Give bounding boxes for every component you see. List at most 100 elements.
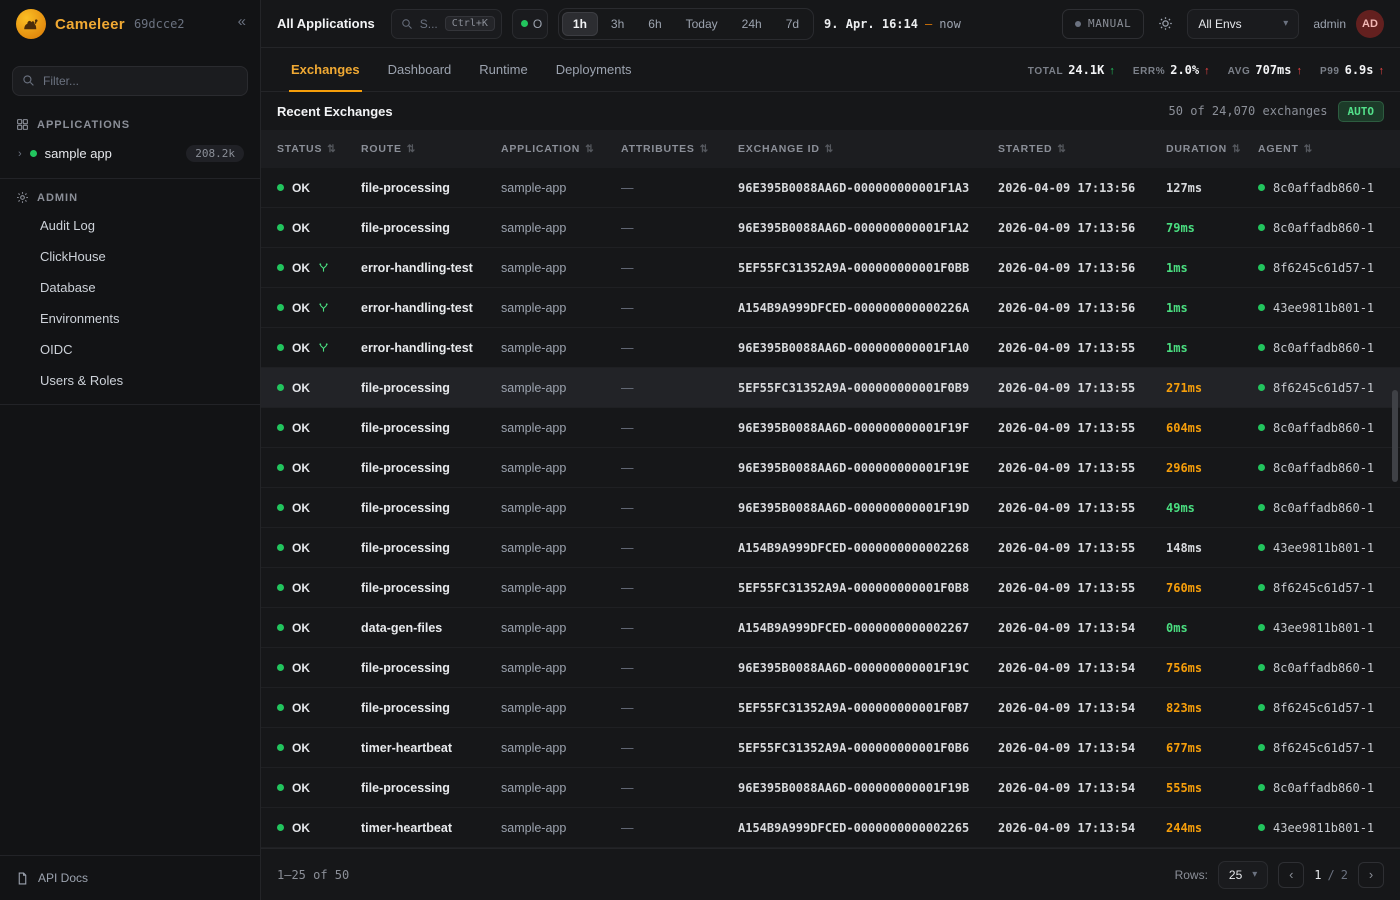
tab-runtime[interactable]: Runtime (465, 48, 541, 91)
column-header-started[interactable]: STARTED⇅ (998, 143, 1166, 155)
application-cell: sample-app (501, 781, 621, 795)
table-row[interactable]: OK file-processing sample-app — 5EF55FC3… (261, 568, 1400, 608)
exchange-id-cell: 96E395B0088AA6D-000000000001F19E (738, 461, 998, 475)
live-toggle[interactable]: O (512, 9, 548, 39)
table-row[interactable]: OK timer-heartbeat sample-app — A154B9A9… (261, 808, 1400, 848)
time-range-1h[interactable]: 1h (562, 12, 598, 36)
agent-cell: 8f6245c61d57-1 (1258, 701, 1400, 715)
user-avatar[interactable]: AD (1356, 10, 1384, 38)
route-cell: data-gen-files (361, 621, 501, 635)
chevron-right-icon[interactable]: › (18, 148, 22, 160)
current-page: 1 (1314, 868, 1321, 882)
agent-status-dot (1258, 664, 1265, 671)
time-range-today[interactable]: Today (675, 12, 729, 36)
manual-refresh-button[interactable]: MANUAL (1062, 9, 1144, 39)
api-docs-link[interactable]: API Docs (0, 855, 260, 900)
table-row[interactable]: OK file-processing sample-app — 96E395B0… (261, 168, 1400, 208)
auto-refresh-badge[interactable]: AUTO (1338, 101, 1385, 122)
sidebar: « Cameleer 69dcce2 APPLICATIONS (0, 0, 261, 900)
table-row[interactable]: OK file-processing sample-app — 5EF55FC3… (261, 688, 1400, 728)
attributes-cell: — (621, 701, 738, 715)
column-header-duration[interactable]: DURATION⇅ (1166, 143, 1258, 155)
duration-cell: 127ms (1166, 181, 1258, 195)
attributes-cell: — (621, 381, 738, 395)
filter-input[interactable] (12, 66, 248, 96)
status-label: OK (292, 221, 310, 235)
sidebar-item-clickhouse[interactable]: ClickHouse (0, 241, 260, 272)
route-cell: error-handling-test (361, 301, 501, 315)
agent-id: 8c0affadb860-1 (1273, 221, 1374, 235)
logo[interactable]: Cameleer 69dcce2 (0, 0, 260, 48)
table-row[interactable]: OK timer-heartbeat sample-app — 5EF55FC3… (261, 728, 1400, 768)
status-ok-dot (277, 424, 284, 431)
route-cell: error-handling-test (361, 341, 501, 355)
prev-page-button[interactable]: ‹ (1278, 862, 1304, 888)
status-ok-dot (277, 784, 284, 791)
duration-cell: 296ms (1166, 461, 1258, 475)
column-header-application[interactable]: APPLICATION⇅ (501, 143, 621, 155)
table-row[interactable]: OK file-processing sample-app — 96E395B0… (261, 408, 1400, 448)
column-header-attributes[interactable]: ATTRIBUTES⇅ (621, 143, 738, 155)
time-range-group: 1h3h6hToday24h7d (558, 8, 814, 40)
environments-select[interactable]: All Envs ▾ (1187, 9, 1299, 39)
started-cell: 2026-04-09 17:13:56 (998, 261, 1166, 275)
exchange-id-cell: A154B9A999DFCED-0000000000002265 (738, 821, 998, 835)
next-page-button[interactable]: › (1358, 862, 1384, 888)
table-row[interactable]: OK error-handling-test sample-app — A154… (261, 288, 1400, 328)
route-cell: file-processing (361, 461, 501, 475)
status-label: OK (292, 701, 310, 715)
column-header-exchange-id[interactable]: EXCHANGE ID⇅ (738, 143, 998, 155)
route-cell: file-processing (361, 221, 501, 235)
trend-arrow-icon: ↑ (1204, 65, 1210, 77)
sidebar-item-database[interactable]: Database (0, 272, 260, 303)
table-row[interactable]: OK data-gen-files sample-app — A154B9A99… (261, 608, 1400, 648)
table-row[interactable]: OK file-processing sample-app — 96E395B0… (261, 488, 1400, 528)
started-cell: 2026-04-09 17:13:56 (998, 181, 1166, 195)
tab-deployments[interactable]: Deployments (542, 48, 646, 91)
date-range[interactable]: 9. Apr. 16:14 — now (824, 17, 961, 31)
status-label: OK (292, 181, 310, 195)
total-pages: 2 (1341, 868, 1348, 882)
exchange-count: 50 of 24,070 exchanges (1169, 104, 1328, 118)
column-header-agent[interactable]: AGENT⇅ (1258, 143, 1400, 155)
table-row[interactable]: OK file-processing sample-app — A154B9A9… (261, 528, 1400, 568)
table-row[interactable]: OK error-handling-test sample-app — 96E3… (261, 328, 1400, 368)
table-row[interactable]: OK file-processing sample-app — 96E395B0… (261, 768, 1400, 808)
table-row[interactable]: OK error-handling-test sample-app — 5EF5… (261, 248, 1400, 288)
table-row[interactable]: OK file-processing sample-app — 5EF55FC3… (261, 368, 1400, 408)
tab-exchanges[interactable]: Exchanges (277, 48, 374, 91)
route-cell: file-processing (361, 501, 501, 515)
time-range-3h[interactable]: 3h (600, 12, 635, 36)
time-range-7d[interactable]: 7d (775, 12, 810, 36)
column-header-status[interactable]: STATUS⇅ (277, 143, 361, 155)
agent-id: 8f6245c61d57-1 (1273, 701, 1374, 715)
theme-toggle-button[interactable] (1154, 12, 1177, 35)
sidebar-item-audit-log[interactable]: Audit Log (0, 210, 260, 241)
time-range-24h[interactable]: 24h (731, 12, 773, 36)
sidebar-item-sample-app[interactable]: › sample app 208.2k (0, 137, 260, 170)
column-header-route[interactable]: ROUTE⇅ (361, 143, 501, 155)
sidebar-item-oidc[interactable]: OIDC (0, 334, 260, 365)
table-row[interactable]: OK file-processing sample-app — 96E395B0… (261, 448, 1400, 488)
agent-status-dot (1258, 704, 1265, 711)
status-ok-dot (277, 384, 284, 391)
agent-id: 8c0affadb860-1 (1273, 461, 1374, 475)
agent-cell: 8c0affadb860-1 (1258, 501, 1400, 515)
sidebar-collapse-button[interactable]: « (234, 10, 250, 33)
started-cell: 2026-04-09 17:13:54 (998, 781, 1166, 795)
table-row[interactable]: OK file-processing sample-app — 96E395B0… (261, 648, 1400, 688)
scrollbar-thumb[interactable] (1392, 390, 1398, 482)
status-ok-dot (277, 664, 284, 671)
time-range-6h[interactable]: 6h (637, 12, 672, 36)
trend-arrow-icon: ↑ (1379, 65, 1385, 77)
table-row[interactable]: OK file-processing sample-app — 96E395B0… (261, 208, 1400, 248)
rows-per-page-select[interactable]: 25 ▾ (1218, 861, 1268, 889)
camel-logo-icon (16, 9, 46, 39)
agent-cell: 8c0affadb860-1 (1258, 221, 1400, 235)
sidebar-item-users-roles[interactable]: Users & Roles (0, 365, 260, 396)
main-content: All Applications S... Ctrl+K O 1h3h6hTod… (261, 0, 1400, 900)
status-cell: OK (277, 341, 361, 355)
tab-dashboard[interactable]: Dashboard (374, 48, 466, 91)
sidebar-item-environments[interactable]: Environments (0, 303, 260, 334)
global-search[interactable]: S... Ctrl+K (391, 9, 502, 39)
